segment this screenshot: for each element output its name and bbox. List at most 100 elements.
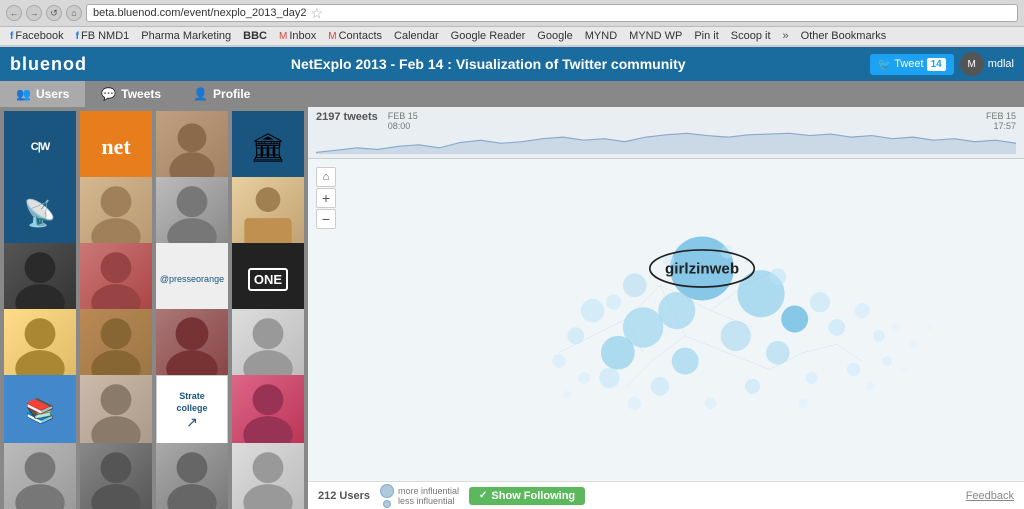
node[interactable] [873,330,885,342]
node[interactable] [599,368,619,388]
bookmark-google-label: Google [537,30,572,42]
tab-profile[interactable]: 👤 Profile [177,81,266,107]
bookmark-mynd-wp[interactable]: MYND WP [625,29,686,43]
node[interactable] [769,268,786,285]
zoom-controls: ⌂ + − [316,167,336,229]
node[interactable] [854,303,869,318]
list-item[interactable] [80,443,152,509]
influence-big-circle [380,484,394,498]
list-item[interactable]: Stratecollege ↗ [156,375,228,447]
node[interactable] [745,379,760,394]
node[interactable] [563,391,571,399]
list-item[interactable]: 🏛 [232,111,304,183]
list-item[interactable] [4,243,76,315]
bookmark-google-reader[interactable]: Google Reader [447,29,530,43]
zoom-out-button[interactable]: − [316,209,336,229]
node[interactable] [623,274,647,298]
feedback-link[interactable]: Feedback [966,490,1014,502]
node[interactable] [658,292,695,329]
list-item[interactable] [232,309,304,381]
node[interactable] [581,299,605,323]
node[interactable] [766,341,790,365]
list-item[interactable] [232,443,304,509]
node[interactable] [705,397,717,409]
node[interactable] [601,336,635,370]
address-bar[interactable]: beta.bluenod.com/event/nexplo_2013_day2 … [86,4,1018,22]
node[interactable] [901,366,908,373]
node[interactable] [926,324,933,331]
node[interactable] [828,319,845,336]
list-item[interactable] [156,443,228,509]
back-button[interactable]: ← [6,5,22,21]
bookmark-calendar[interactable]: Calendar [390,29,443,43]
timeline-chart[interactable] [316,131,1016,154]
bookmark-inbox[interactable]: M Inbox [275,29,320,43]
tab-tweets[interactable]: 💬 Tweets [85,81,177,107]
home-nav-button[interactable]: ⌂ [66,5,82,21]
node[interactable] [847,363,860,376]
node[interactable] [908,340,916,348]
list-item[interactable] [232,375,304,447]
zoom-in-button[interactable]: + [316,188,336,208]
list-item[interactable] [232,177,304,249]
time-end-label: FEB 15 17:57 [986,111,1016,131]
node[interactable] [552,354,565,367]
bookmark-mynd[interactable]: MYND [581,29,621,43]
list-item[interactable]: net [80,111,152,183]
list-item[interactable]: ONE [232,243,304,315]
home-zoom-button[interactable]: ⌂ [316,167,336,187]
bookmark-contacts[interactable]: M Contacts [324,29,386,43]
node[interactable] [806,372,818,384]
forward-button[interactable]: → [26,5,42,21]
bookmark-bbc[interactable]: BBC [239,29,271,43]
twitter-bird-icon: 🐦 [878,58,892,71]
node[interactable] [628,396,641,409]
bookmark-pharma[interactable]: Pharma Marketing [137,29,235,43]
bookmark-facebook-label: Facebook [15,30,63,42]
bookmarks-more[interactable]: » [779,29,793,43]
node[interactable] [781,306,808,333]
node[interactable] [866,382,874,390]
list-item[interactable] [80,375,152,447]
node[interactable] [578,372,590,384]
list-item[interactable] [156,309,228,381]
list-item[interactable] [80,309,152,381]
node[interactable] [672,348,699,375]
bookmark-mynd-wp-label: MYND WP [629,30,682,42]
profile-tab-icon: 👤 [193,87,208,101]
bottom-bar: 212 Users more influential less influent… [308,481,1024,509]
network-svg[interactable]: girlzinweb [338,159,1024,479]
node[interactable] [882,356,892,366]
node[interactable] [651,377,670,396]
tab-users[interactable]: 👥 Users [0,81,85,107]
list-item[interactable] [4,443,76,509]
reload-button[interactable]: ↺ [46,5,62,21]
node[interactable] [810,292,830,312]
show-following-button[interactable]: ✓ Show Following [469,487,585,505]
show-following-label: Show Following [491,490,575,502]
list-item[interactable] [156,111,228,183]
bookmark-other[interactable]: Other Bookmarks [797,29,891,43]
bookmark-facebook[interactable]: f Facebook [6,29,68,43]
bookmark-scoop-it[interactable]: Scoop it [727,29,775,43]
network-visualization[interactable]: girlzinweb [338,159,1024,479]
bookmark-star-icon[interactable]: ☆ [310,5,323,22]
bookmark-fb-nmd1[interactable]: f FB NMD1 [72,29,134,43]
tweet-button[interactable]: 🐦 Tweet 14 [870,54,954,75]
node[interactable] [606,295,621,310]
list-item[interactable] [80,243,152,315]
bookmark-pin-it[interactable]: Pin it [690,29,722,43]
list-item[interactable] [156,177,228,249]
bookmark-fb-nmd1-label: FB NMD1 [81,30,129,42]
list-item[interactable] [80,177,152,249]
node[interactable] [892,323,900,331]
list-item[interactable]: @presseorange [156,243,228,315]
bookmark-google[interactable]: Google [533,29,576,43]
list-item[interactable]: C|W [4,111,76,183]
node[interactable] [567,327,584,344]
list-item[interactable] [4,309,76,381]
list-item[interactable]: 📡 [4,177,76,249]
list-item[interactable]: 📚 [4,375,76,447]
node[interactable] [798,398,808,408]
node[interactable] [721,321,751,351]
